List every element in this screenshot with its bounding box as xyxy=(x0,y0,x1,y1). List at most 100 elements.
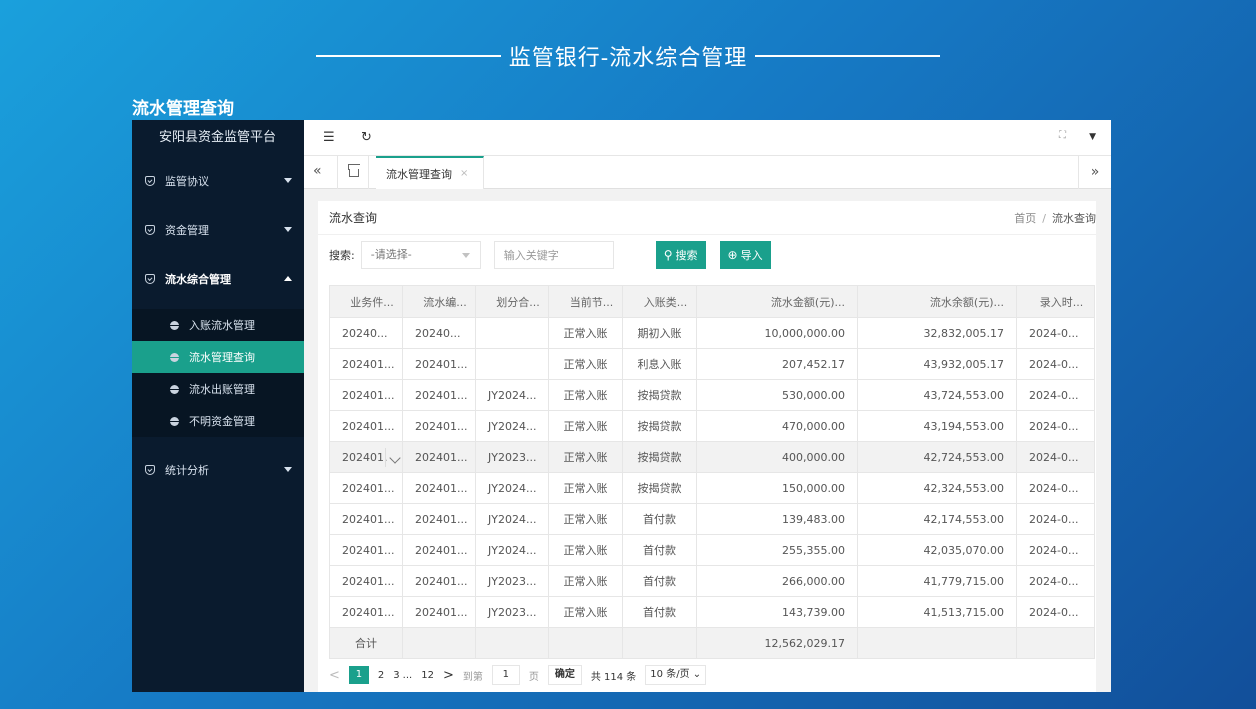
table-cell: 202401... xyxy=(402,472,476,504)
table-cell: 期初入账 xyxy=(622,317,697,349)
table-row[interactable]: 202401... 202401... 正常入账 利息入账 207,452.17 43,9… xyxy=(329,348,1095,380)
table-cell: 正常入账 xyxy=(548,410,623,442)
table-cell: 266,000.00 xyxy=(696,565,858,597)
breadcrumb-home[interactable]: 首页 xyxy=(1014,212,1036,225)
tabs-bar: « 流水管理查询 × » xyxy=(304,156,1111,189)
close-icon[interactable]: × xyxy=(460,168,468,179)
shield-icon xyxy=(145,175,155,186)
goto-confirm-button[interactable]: 确定 xyxy=(547,665,582,685)
table-cell: 202401... xyxy=(402,410,476,442)
table-cell: JY2024... xyxy=(475,410,549,442)
table-row[interactable]: 202401... 202401... JY2023... 正常入账 首付款 143,73… xyxy=(329,596,1095,628)
card-title: 流水查询 xyxy=(329,211,378,225)
table-cell: 20240... xyxy=(329,317,403,349)
download-circle-icon: ⊕ xyxy=(727,248,738,262)
column-header[interactable]: 流水金额(元)... xyxy=(696,285,858,318)
table-cell: 150,000.00 xyxy=(696,472,858,504)
column-header[interactable]: 入账类... xyxy=(622,285,697,318)
menu-toggle-icon[interactable]: ☰ xyxy=(323,130,335,145)
table-cell: 42,174,553.00 xyxy=(857,503,1017,535)
search-button[interactable]: ⚲ 搜索 xyxy=(655,241,706,269)
prev-page-button[interactable]: < xyxy=(329,668,340,683)
tab-label: 流水管理查询 xyxy=(386,167,452,181)
table-cell: JY2023... xyxy=(475,441,549,473)
sidebar-group-flow[interactable]: 流水综合管理 xyxy=(132,254,304,303)
column-header[interactable]: 流水编... xyxy=(402,285,476,318)
table-header-row: 业务件... 流水编... 划分合... 当前节... 入账类... 流水金额(… xyxy=(329,285,1095,318)
chevron-down-icon[interactable] xyxy=(389,452,401,464)
tabs-scroll-left-icon[interactable]: « xyxy=(313,163,322,179)
table-cell: 2024-0... xyxy=(1016,348,1095,380)
table-row[interactable]: 202401... 202401... JY2023... 正常入账 首付款 266,00… xyxy=(329,565,1095,597)
table-cell: 10,000,000.00 xyxy=(696,317,858,349)
next-page-button[interactable]: > xyxy=(443,668,454,683)
table-cell: 32,832,005.17 xyxy=(857,317,1017,349)
sidebar-group-label: 监管协议 xyxy=(165,174,209,188)
table-cell: 143,739.00 xyxy=(696,596,858,628)
table-cell: 41,513,715.00 xyxy=(857,596,1017,628)
sidebar-group-stats[interactable]: 统计分析 xyxy=(132,445,304,494)
table-cell: 首付款 xyxy=(622,503,697,535)
total-count: 共 114 条 xyxy=(590,671,637,683)
sidebar-group-funds[interactable]: 资金管理 xyxy=(132,205,304,254)
refresh-icon[interactable]: ↻ xyxy=(361,130,372,145)
column-header[interactable]: 业务件... xyxy=(329,285,403,318)
table-cell: 正常入账 xyxy=(548,317,623,349)
breadcrumb: 首页 / 流水查询 xyxy=(1014,210,1096,226)
table-container: 业务件... 流水编... 划分合... 当前节... 入账类... 流水金额(… xyxy=(329,285,1096,659)
table-cell: JY2023... xyxy=(475,565,549,597)
column-header[interactable]: 流水余额(元)... xyxy=(857,285,1017,318)
page-size-value: 10 条/页 xyxy=(650,669,690,680)
sidebar-item-incoming-flow[interactable]: 入账流水管理 xyxy=(132,309,304,341)
column-header[interactable]: 当前节... xyxy=(548,285,623,318)
table-cell: 按揭贷款 xyxy=(622,441,697,473)
page-button[interactable]: 12 xyxy=(421,670,434,681)
table-cell: 530,000.00 xyxy=(696,379,858,411)
pagination: < 1 2 3 ... 12 > 到第 1 页 确定 共 114 条 10 条/… xyxy=(329,662,715,688)
column-header[interactable]: 划分合... xyxy=(475,285,549,318)
search-field-select[interactable]: -请选择- xyxy=(360,241,481,269)
page-button-active[interactable]: 1 xyxy=(348,666,369,684)
table-cell: 255,355.00 xyxy=(696,534,858,566)
table-cell: 202401... xyxy=(402,348,476,380)
table-cell: 139,483.00 xyxy=(696,503,858,535)
tab-flow-query[interactable]: 流水管理查询 × xyxy=(376,156,484,189)
shield-icon xyxy=(145,224,155,235)
table-row[interactable]: 202401. 202401... JY2023... 正常入账 按揭贷款 400,000… xyxy=(329,441,1095,473)
sidebar-item-flow-query[interactable]: 流水管理查询 xyxy=(132,341,304,373)
sidebar-item-outgoing-flow[interactable]: 流水出账管理 xyxy=(132,373,304,405)
table-cell: 正常入账 xyxy=(548,379,623,411)
table-cell: 43,724,553.00 xyxy=(857,379,1017,411)
table-cell: 43,194,553.00 xyxy=(857,410,1017,442)
cell-text: 202401. xyxy=(342,450,388,464)
table-cell: 202401... xyxy=(402,534,476,566)
table-cell: 正常入账 xyxy=(548,441,623,473)
table-row[interactable]: 202401... 202401... JY2024... 正常入账 按揭贷款 150,0… xyxy=(329,472,1095,504)
table-cell: 首付款 xyxy=(622,565,697,597)
import-button[interactable]: ⊕ 导入 xyxy=(719,241,771,269)
page-size-select[interactable]: 10 条/页 ⌄ xyxy=(645,665,707,685)
table-cell: JY2024... xyxy=(475,503,549,535)
slide-title-text: 监管银行-流水综合管理 xyxy=(508,46,748,71)
fullscreen-icon[interactable]: ⛶ xyxy=(1059,130,1066,141)
tabs-scroll-right-icon[interactable]: » xyxy=(1078,156,1111,189)
table-cell: 42,724,553.00 xyxy=(857,441,1017,473)
home-tab[interactable] xyxy=(337,156,369,189)
dropdown-icon[interactable]: ▼ xyxy=(1089,132,1096,142)
app-window: 安阳县资金监管平台 监管协议 资金管理 流水综合管理 入账流水管理 流水管理查询 xyxy=(132,120,1111,692)
table-row[interactable]: 202401... 202401... JY2024... 正常入账 首付款 255,35… xyxy=(329,534,1095,566)
table-row[interactable]: 20240... 20240... 正常入账 期初入账 10,000,000.00 32,… xyxy=(329,317,1095,349)
table-row[interactable]: 202401... 202401... JY2024... 正常入账 按揭贷款 470,0… xyxy=(329,410,1095,442)
sidebar-group-agreements[interactable]: 监管协议 xyxy=(132,156,304,205)
goto-page-input[interactable]: 1 xyxy=(491,665,520,685)
table-cell: 202401... xyxy=(402,596,476,628)
column-header[interactable]: 录入时... xyxy=(1016,285,1095,318)
table-row[interactable]: 202401... 202401... JY2024... 正常入账 首付款 139,48… xyxy=(329,503,1095,535)
table-cell xyxy=(475,627,549,659)
caret-down-icon xyxy=(284,467,292,472)
sidebar-item-unknown-funds[interactable]: 不明资金管理 xyxy=(132,405,304,437)
page-button[interactable]: 2 xyxy=(378,670,384,681)
cell-divider xyxy=(385,448,386,467)
table-row[interactable]: 202401... 202401... JY2024... 正常入账 按揭贷款 530,0… xyxy=(329,379,1095,411)
keyword-input[interactable] xyxy=(493,241,614,269)
